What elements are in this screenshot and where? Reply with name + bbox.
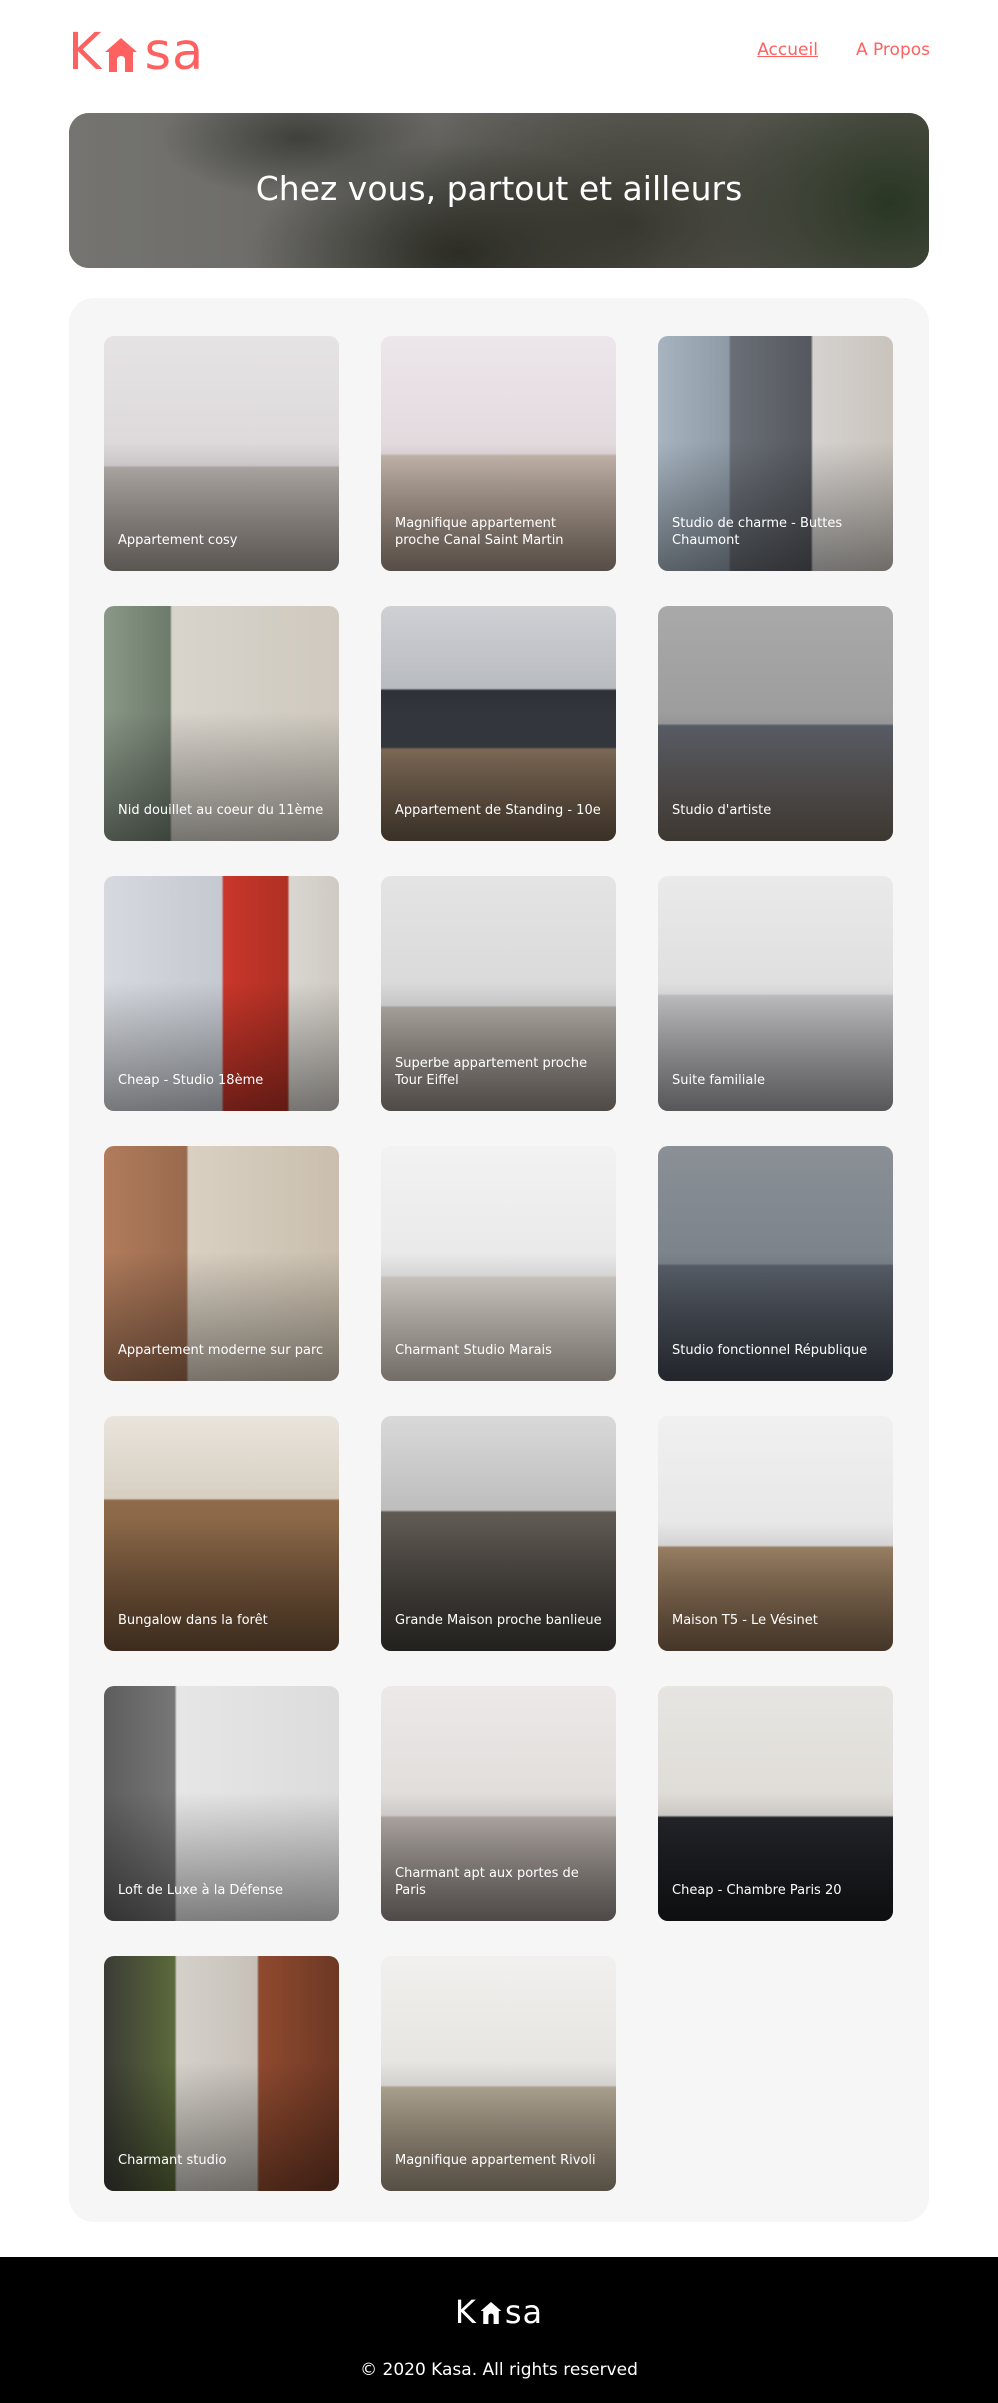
page: K sa Accueil A Propos Chez vous, partout… (0, 0, 998, 2403)
listing-card[interactable]: Appartement cosy (104, 336, 339, 571)
listing-card[interactable]: Superbe appartement proche Tour Eiffel (381, 876, 616, 1111)
listing-title: Charmant apt aux portes de Paris (395, 1866, 579, 1898)
listing-card[interactable]: Charmant studio (104, 1956, 339, 2191)
listing-title: Charmant Studio Marais (395, 1343, 552, 1358)
house-icon (479, 2298, 503, 2326)
hero-banner: Chez vous, partout et ailleurs (69, 113, 929, 268)
listing-card[interactable]: Appartement moderne sur parc (104, 1146, 339, 1381)
listing-title: Nid douillet au coeur du 11ème (118, 803, 324, 818)
nav-link-accueil[interactable]: Accueil (757, 40, 818, 60)
header: K sa Accueil A Propos (68, 23, 930, 82)
footer-kasa-logo[interactable]: K sa (0, 2292, 998, 2332)
listing-card[interactable]: Loft de Luxe à la Défense (104, 1686, 339, 1921)
listing-card[interactable]: Studio d'artiste (658, 606, 893, 841)
copyright-text: © 2020 Kasa. All rights reserved (360, 2360, 638, 2380)
listing-title: Magnifique appartement proche Canal Sain… (395, 516, 564, 548)
listing-title: Loft de Luxe à la Défense (118, 1883, 284, 1898)
listing-card[interactable]: Suite familiale (658, 876, 893, 1111)
listing-title: Maison T5 - Le Vésinet (672, 1613, 818, 1628)
listing-card[interactable]: Studio fonctionnel République (658, 1146, 893, 1381)
banner-title: Chez vous, partout et ailleurs (255, 169, 743, 208)
logo-letter-k: K (68, 23, 103, 82)
listing-title: Cheap - Studio 18ème (118, 1073, 264, 1088)
logo-letters-sa: sa (144, 23, 205, 82)
main-nav: Accueil A Propos (757, 40, 930, 60)
listing-title: Studio fonctionnel République (672, 1343, 868, 1358)
listing-card[interactable]: Grande Maison proche banlieue (381, 1416, 616, 1651)
listing-title: Cheap - Chambre Paris 20 (672, 1883, 842, 1898)
listing-card[interactable]: Magnifique appartement proche Canal Sain… (381, 336, 616, 571)
house-icon (104, 32, 142, 74)
footer-logo-letters-sa: sa (504, 2293, 544, 2331)
listing-title: Appartement cosy (118, 533, 238, 548)
listing-title: Appartement de Standing - 10e (395, 803, 601, 818)
listing-title: Studio de charme - Buttes Chaumont (672, 516, 843, 548)
listing-card[interactable]: Magnifique appartement Rivoli (381, 1956, 616, 2191)
listing-title: Magnifique appartement Rivoli (395, 2153, 596, 2168)
listing-card[interactable]: Nid douillet au coeur du 11ème (104, 606, 339, 841)
listing-title: Appartement moderne sur parc (118, 1343, 324, 1358)
listing-card[interactable]: Charmant Studio Marais (381, 1146, 616, 1381)
listing-card[interactable]: Studio de charme - Buttes Chaumont (658, 336, 893, 571)
listing-card[interactable]: Bungalow dans la forêt (104, 1416, 339, 1651)
listing-title: Studio d'artiste (672, 803, 772, 818)
footer: K sa © 2020 Kasa. All rights reserved (0, 2257, 998, 2403)
listing-title: Bungalow dans la forêt (118, 1613, 268, 1628)
listing-title: Suite familiale (672, 1073, 765, 1088)
listing-card[interactable]: Cheap - Chambre Paris 20 (658, 1686, 893, 1921)
kasa-logo[interactable]: K sa (68, 23, 205, 82)
listing-card[interactable]: Cheap - Studio 18ème (104, 876, 339, 1111)
listing-title: Grande Maison proche banlieue (395, 1613, 602, 1628)
nav-link-a-propos[interactable]: A Propos (856, 40, 930, 60)
listing-card[interactable]: Maison T5 - Le Vésinet (658, 1416, 893, 1651)
listing-card[interactable]: Appartement de Standing - 10e (381, 606, 616, 841)
listings-gallery: Appartement cosy Magnifique appartement … (69, 298, 929, 2222)
footer-logo-letter-k: K (454, 2293, 477, 2331)
listing-title: Charmant studio (118, 2153, 227, 2168)
listing-card[interactable]: Charmant apt aux portes de Paris (381, 1686, 616, 1921)
listing-title: Superbe appartement proche Tour Eiffel (395, 1056, 588, 1088)
